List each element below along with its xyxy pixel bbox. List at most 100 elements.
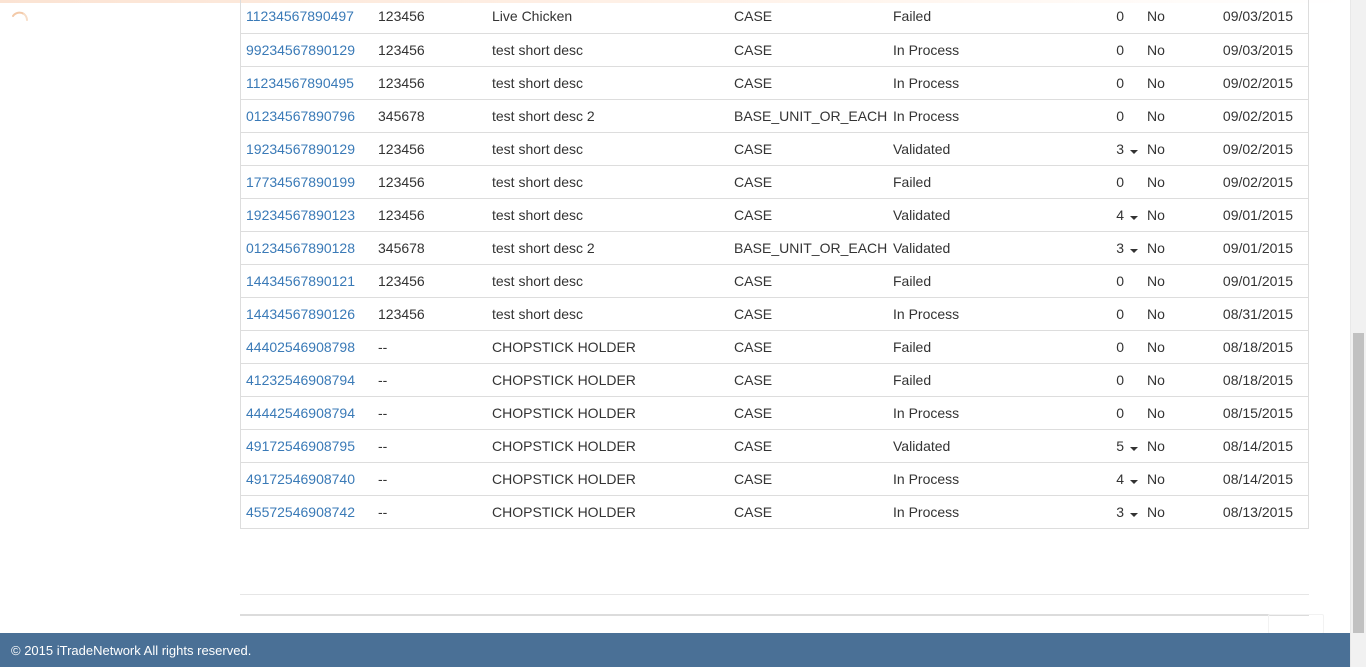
- gtin-link[interactable]: 45572546908742: [246, 504, 355, 520]
- count-cell: 4: [1090, 461, 1127, 495]
- dropdown-cell: [1127, 65, 1147, 99]
- gtin-link[interactable]: 49172546908795: [246, 438, 355, 454]
- gtin-link[interactable]: 19234567890129: [246, 141, 355, 157]
- dropdown-cell: [1127, 395, 1147, 429]
- table-row: 11234567890495 123456 test short desc CASE I…: [241, 65, 1308, 99]
- unit-of-measure-cell: CASE: [734, 32, 893, 66]
- unit-of-measure-cell: CASE: [734, 131, 893, 165]
- gtin-cell: 19234567890123: [241, 197, 378, 231]
- date-cell: 09/02/2015: [1213, 131, 1308, 165]
- gtin-link[interactable]: 49172546908740: [246, 471, 355, 487]
- date-cell: 09/03/2015: [1213, 32, 1308, 66]
- gtin-link[interactable]: 11234567890497: [246, 8, 354, 24]
- pagination-control[interactable]: [1268, 614, 1324, 634]
- description-cell: CHOPSTICK HOLDER: [492, 428, 734, 462]
- gtin-cell: 19234567890129: [241, 131, 378, 165]
- table-row: 11234567890497 123456 Live Chicken CASE Fail…: [241, 0, 1308, 33]
- unit-of-measure-cell: CASE: [734, 494, 893, 528]
- gtin-cell: 49172546908795: [241, 428, 378, 462]
- caret-down-icon[interactable]: [1130, 479, 1138, 484]
- dropdown-cell: [1127, 98, 1147, 132]
- gtin-cell: 17734567890199: [241, 164, 378, 198]
- gtin-link[interactable]: 01234567890796: [246, 108, 355, 124]
- gtin-link[interactable]: 44402546908798: [246, 339, 355, 355]
- date-cell: 08/13/2015: [1213, 494, 1308, 528]
- caret-down-icon[interactable]: [1130, 248, 1138, 253]
- pagination-divider: [240, 614, 1309, 616]
- count-cell: 0: [1090, 65, 1127, 99]
- table-row: 41232546908794 -- CHOPSTICK HOLDER CASE Fail…: [241, 362, 1308, 396]
- item-code-cell: --: [378, 428, 492, 462]
- table-row: 99234567890129 123456 test short desc CASE I…: [241, 32, 1308, 66]
- page-footer: © 2015 iTradeNetwork All rights reserved…: [0, 633, 1350, 667]
- caret-down-icon[interactable]: [1130, 149, 1138, 154]
- gtin-cell: 11234567890495: [241, 65, 378, 99]
- item-code-cell: 123456: [378, 296, 492, 330]
- status-cell: Failed: [893, 8, 932, 25]
- description-cell: test short desc 2: [492, 230, 734, 264]
- unit-of-measure-cell: CASE: [734, 8, 773, 25]
- description-cell: test short desc: [492, 65, 734, 99]
- table-row: 44442546908794 -- CHOPSTICK HOLDER CASE In P…: [241, 395, 1308, 429]
- description-cell: Live Chicken: [492, 8, 573, 25]
- status-cell: In Process: [893, 296, 1090, 330]
- gtin-cell: 45572546908742: [241, 494, 378, 528]
- count-cell: 3: [1090, 230, 1127, 264]
- description-cell: test short desc: [492, 296, 734, 330]
- gtin-link[interactable]: 14434567890126: [246, 306, 355, 322]
- flag-cell: No: [1147, 65, 1213, 99]
- caret-down-icon[interactable]: [1130, 215, 1138, 220]
- table-row: 45572546908742 -- CHOPSTICK HOLDER CASE In P…: [241, 494, 1308, 528]
- item-code-cell: 123456: [378, 197, 492, 231]
- item-code-cell: --: [378, 494, 492, 528]
- gtin-cell: 49172546908740: [241, 461, 378, 495]
- gtin-link[interactable]: 14434567890121: [246, 273, 355, 289]
- unit-of-measure-cell: CASE: [734, 263, 893, 297]
- gtin-link[interactable]: 11234567890495: [246, 75, 354, 91]
- dropdown-cell: [1127, 461, 1147, 495]
- scrollbar-thumb[interactable]: [1353, 333, 1364, 633]
- status-cell: Failed: [893, 263, 1090, 297]
- gtin-cell: 44442546908794: [241, 395, 378, 429]
- status-cell: Failed: [893, 329, 1090, 363]
- description-cell: test short desc: [492, 131, 734, 165]
- count-cell: 0: [1090, 32, 1127, 66]
- date-cell: 08/14/2015: [1213, 428, 1308, 462]
- unit-of-measure-cell: CASE: [734, 164, 893, 198]
- description-cell: CHOPSTICK HOLDER: [492, 395, 734, 429]
- gtin-link[interactable]: 41232546908794: [246, 372, 355, 388]
- items-table-body: 11234567890497 123456 Live Chicken CASE Fail…: [241, 0, 1308, 528]
- gtin-cell: 11234567890497: [241, 0, 378, 33]
- status-cell: Validated: [893, 230, 1090, 264]
- gtin-link[interactable]: 99234567890129: [246, 42, 355, 58]
- table-row: 17734567890199 123456 test short desc CASE F…: [241, 164, 1308, 198]
- dropdown-cell: [1127, 197, 1147, 231]
- gtin-link[interactable]: 44442546908794: [246, 405, 355, 421]
- table-row: 14434567890126 123456 test short desc CASE I…: [241, 296, 1308, 330]
- flag-cell: No: [1147, 329, 1213, 363]
- dropdown-cell: [1127, 32, 1147, 66]
- loading-spinner-icon: [12, 11, 28, 21]
- date-cell: 09/01/2015: [1213, 263, 1308, 297]
- caret-down-icon[interactable]: [1130, 512, 1138, 517]
- flag-cell: No: [1147, 296, 1213, 330]
- gtin-link[interactable]: 17734567890199: [246, 174, 355, 190]
- vertical-scrollbar[interactable]: [1350, 0, 1366, 667]
- item-code-cell: --: [378, 395, 492, 429]
- date-cell: 08/15/2015: [1213, 395, 1308, 429]
- gtin-link[interactable]: 19234567890123: [246, 207, 355, 223]
- gtin-cell: 14434567890121: [241, 263, 378, 297]
- dropdown-cell: [1127, 0, 1147, 33]
- description-cell: CHOPSTICK HOLDER: [492, 329, 734, 363]
- divider: [240, 594, 1309, 595]
- flag-cell: No: [1147, 461, 1213, 495]
- caret-down-icon[interactable]: [1130, 446, 1138, 451]
- dropdown-cell: [1127, 362, 1147, 396]
- unit-of-measure-cell: CASE: [734, 296, 893, 330]
- unit-of-measure-cell: CASE: [734, 65, 893, 99]
- status-cell: In Process: [893, 65, 1090, 99]
- dropdown-cell: [1127, 164, 1147, 198]
- flag-cell: No: [1147, 230, 1213, 264]
- gtin-link[interactable]: 01234567890128: [246, 240, 355, 256]
- item-code-cell: 123456: [378, 131, 492, 165]
